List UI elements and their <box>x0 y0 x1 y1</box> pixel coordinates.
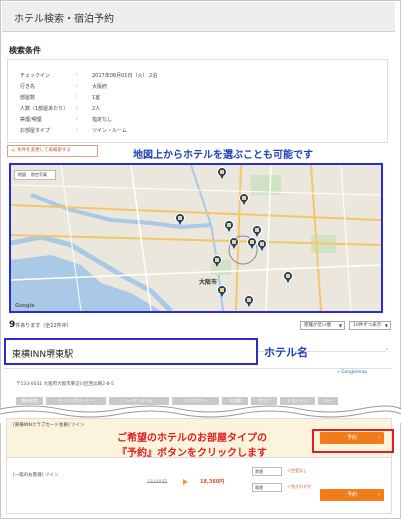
plan-name: [一般のお客様] ツイン <box>13 473 59 478</box>
change-conditions-button[interactable]: < 条件を変更して再検索する <box>7 145 98 157</box>
condition-label: 部屋数 <box>20 95 36 101</box>
map-city-label: 大阪市 <box>199 279 218 286</box>
smoking-button[interactable]: 喫煙 <box>252 483 282 492</box>
condition-value: 指定なし <box>92 117 113 123</box>
chevron-down-icon: ▼ <box>384 323 388 328</box>
reserve-annotation-line2: 『予約』ボタンをクリックします <box>117 448 267 459</box>
conditions-heading: 検索条件 <box>9 46 41 55</box>
reserve-annotation-line1: ご希望のホテルのお部屋タイプの <box>117 433 267 444</box>
condition-value: 2人 <box>92 106 101 112</box>
hotel-pin-icon[interactable] <box>239 193 249 205</box>
result-count-suffix: 件あります（全22件中） <box>15 323 72 329</box>
condition-colon: : <box>76 72 78 78</box>
hotel-pin-icon[interactable] <box>283 271 293 283</box>
per-page-select-value: 10件ずつ表示 <box>353 323 382 328</box>
chevron-left-icon: < <box>11 148 16 154</box>
nonsmoking-button[interactable]: 禁煙 <box>252 467 282 476</box>
condition-value: 1室 <box>92 95 101 101</box>
condition-value: ツイン・ルーム <box>92 128 127 134</box>
sort-select[interactable]: 距離が近い順 ▼ <box>300 321 345 330</box>
plan-name: [東横INNクラブカード会員] ツイン <box>13 423 85 428</box>
condition-value: 大阪府 <box>92 84 108 90</box>
chevron-down-icon: ▼ <box>338 323 342 328</box>
change-conditions-label: 条件を変更して再検索する <box>17 148 71 153</box>
hotel-pin-icon[interactable] <box>247 237 257 249</box>
hotel-pin-icon[interactable] <box>229 237 239 249</box>
smoking-button-label: 喫煙 <box>255 485 263 490</box>
section-divider <box>4 368 392 369</box>
sort-select-value: 距離が近い順 <box>304 323 331 328</box>
hotel-address: 〒533-0031 大阪府大阪市東淀川区西淡路2-8-5 <box>16 382 114 387</box>
price-original: 19,000円 <box>147 480 168 485</box>
price-discounted: 18,360円 <box>200 479 225 485</box>
map-tab-map[interactable]: 地図 <box>18 172 26 177</box>
result-count: 9件あります（全22件中） <box>9 320 72 330</box>
hotel-pin-icon[interactable] <box>252 225 262 237</box>
hotel-name-annotation: ホテル名 <box>264 346 308 359</box>
condition-colon: : <box>76 94 78 100</box>
per-page-select[interactable]: 10件ずつ表示 ▼ <box>349 321 391 330</box>
google-map-link[interactable]: » Googlemap <box>337 370 367 375</box>
condition-value: 2017年08月01日（火） 2泊 <box>92 73 158 79</box>
condition-label: 禁煙/喫煙 <box>20 117 42 123</box>
condition-label: 行き先 <box>20 84 36 90</box>
hotel-map[interactable]: 地図 航空写真 大阪市 Google <box>9 163 383 313</box>
hotel-pin-icon[interactable] <box>244 295 254 307</box>
google-logo: Google <box>15 303 35 309</box>
hotel-pin-icon[interactable] <box>217 167 227 179</box>
chevron-right-icon[interactable]: › <box>386 346 388 353</box>
map-tab-satellite[interactable]: 航空写真 <box>31 172 47 177</box>
hotel-pin-icon[interactable] <box>217 285 227 297</box>
hotel-pin-icon[interactable] <box>175 213 185 225</box>
title-bar: ホテル検索・宿泊予約 <box>2 2 395 32</box>
condition-label: お部屋タイプ <box>20 128 51 134</box>
reserve-button-label: 予約 <box>346 492 357 498</box>
availability-note: ＜残りわずか <box>287 484 311 489</box>
map-canvas <box>11 165 381 311</box>
condition-colon: : <box>76 83 78 89</box>
condition-label: チェックイン <box>20 73 51 79</box>
chevron-right-icon: › <box>378 492 380 498</box>
availability-note: ＜空室なし <box>287 468 307 473</box>
page-title: ホテル検索・宿泊予約 <box>14 14 114 25</box>
map-type-tabs: 地図 航空写真 <box>14 170 56 180</box>
hotel-pin-icon[interactable] <box>257 239 267 251</box>
condition-colon: : <box>76 105 78 111</box>
condition-colon: : <box>76 116 78 122</box>
hotel-name: 東横INN堺東駅 <box>12 350 74 360</box>
map-annotation: 地図上からホテルを選ぶことも可能です <box>133 150 313 161</box>
hotel-pin-icon[interactable] <box>212 255 222 267</box>
arrow-right-icon <box>183 479 188 485</box>
condition-colon: : <box>76 127 78 133</box>
nonsmoking-button-label: 禁煙 <box>255 469 263 474</box>
reserve-highlight-box <box>312 429 394 453</box>
search-conditions-panel: チェックイン : 2017年08月01日（火） 2泊 行き先 : 大阪府 部屋数… <box>7 59 388 143</box>
hotel-name-link[interactable]: 東横INN堺東駅 <box>4 338 258 365</box>
hotel-pin-icon[interactable] <box>224 220 234 232</box>
reserve-button[interactable]: 予約 › <box>320 489 384 501</box>
condition-label: 人数（1部屋あたり） <box>20 106 69 112</box>
